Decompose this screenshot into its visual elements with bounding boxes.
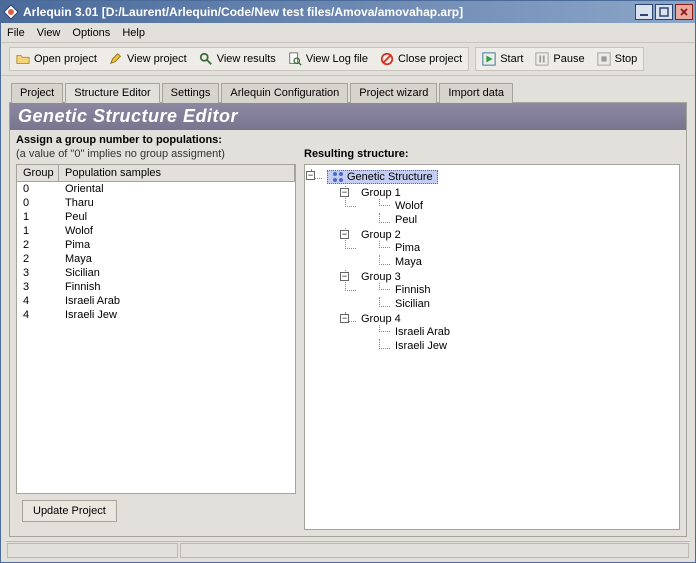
tab-structure-editor[interactable]: Structure Editor	[65, 83, 159, 103]
cell-population[interactable]: Oriental	[59, 182, 295, 196]
left-pane: Assign a group number to populations: (a…	[16, 134, 296, 530]
no-entry-icon	[380, 52, 394, 66]
toolbar: Open project View project View results V…	[1, 43, 695, 76]
statusbar	[6, 541, 690, 559]
tree-group[interactable]: Group 2	[361, 229, 401, 241]
tree-population[interactable]: Israeli Arab	[395, 326, 450, 338]
table-row[interactable]: 4Israeli Jew	[17, 308, 295, 322]
tree-population[interactable]: Peul	[395, 214, 417, 226]
col-group[interactable]: Group	[17, 165, 59, 181]
cell-group[interactable]: 3	[17, 266, 59, 280]
open-project-button[interactable]: Open project	[14, 51, 99, 67]
document-search-icon	[288, 52, 302, 66]
update-project-button[interactable]: Update Project	[22, 500, 117, 522]
cell-group[interactable]: 0	[17, 196, 59, 210]
result-label: Resulting structure:	[304, 148, 680, 160]
tab-arlequin-configuration[interactable]: Arlequin Configuration	[221, 83, 348, 103]
structure-icon	[332, 171, 344, 183]
pencil-icon	[109, 52, 123, 66]
assign-instruction: Assign a group number to populations:	[16, 134, 296, 146]
tab-project[interactable]: Project	[11, 83, 63, 103]
tree-population[interactable]: Wolof	[395, 200, 423, 212]
table-row[interactable]: 4Israeli Arab	[17, 294, 295, 308]
grid-header: Group Population samples	[17, 165, 295, 182]
tree-toggle[interactable]: −	[306, 171, 315, 180]
stop-button[interactable]: Stop	[595, 51, 640, 67]
cell-group[interactable]: 3	[17, 280, 59, 294]
start-button[interactable]: Start	[480, 51, 525, 67]
tree-population[interactable]: Pima	[395, 242, 420, 254]
cell-population[interactable]: Tharu	[59, 196, 295, 210]
play-icon	[482, 52, 496, 66]
right-pane: Resulting structure: −Genetic Structure−…	[304, 134, 680, 530]
col-population[interactable]: Population samples	[59, 165, 295, 181]
app-icon	[3, 4, 19, 20]
tree-toggle[interactable]: −	[340, 230, 349, 239]
cell-group[interactable]: 1	[17, 210, 59, 224]
cell-population[interactable]: Israeli Jew	[59, 308, 295, 322]
cell-population[interactable]: Israeli Arab	[59, 294, 295, 308]
menubar: File View Options Help	[1, 23, 695, 43]
cell-population[interactable]: Sicilian	[59, 266, 295, 280]
cell-group[interactable]: 4	[17, 294, 59, 308]
magnifier-icon	[199, 52, 213, 66]
editor-heading: Genetic Structure Editor	[10, 103, 686, 130]
table-row[interactable]: 0Oriental	[17, 182, 295, 196]
assign-subtext: (a value of "0" implies no group assigme…	[16, 148, 296, 160]
cell-group[interactable]: 0	[17, 182, 59, 196]
cell-group[interactable]: 1	[17, 224, 59, 238]
tab-import-data[interactable]: Import data	[439, 83, 513, 103]
table-row[interactable]: 3Finnish	[17, 280, 295, 294]
cell-group[interactable]: 2	[17, 252, 59, 266]
cell-population[interactable]: Peul	[59, 210, 295, 224]
tree-population[interactable]: Finnish	[395, 284, 430, 296]
menu-view[interactable]: View	[37, 27, 61, 39]
tree-toggle[interactable]: −	[340, 272, 349, 281]
tab-settings[interactable]: Settings	[162, 83, 220, 103]
cell-population[interactable]: Pima	[59, 238, 295, 252]
table-row[interactable]: 1Peul	[17, 210, 295, 224]
tree-population[interactable]: Sicilian	[395, 298, 430, 310]
pause-icon	[535, 52, 549, 66]
close-button[interactable]	[675, 4, 693, 20]
table-row[interactable]: 3Sicilian	[17, 266, 295, 280]
menu-options[interactable]: Options	[72, 27, 110, 39]
tabstrip: Project Structure Editor Settings Arlequ…	[1, 76, 695, 102]
tree-group[interactable]: Group 1	[361, 187, 401, 199]
view-project-button[interactable]: View project	[107, 51, 189, 67]
table-row[interactable]: 0Tharu	[17, 196, 295, 210]
table-row[interactable]: 2Pima	[17, 238, 295, 252]
view-results-button[interactable]: View results	[197, 51, 278, 67]
tree-population[interactable]: Maya	[395, 256, 422, 268]
tree-group[interactable]: Group 3	[361, 271, 401, 283]
cell-population[interactable]: Maya	[59, 252, 295, 266]
titlebar: Arlequin 3.01 [D:/Laurent/Arlequin/Code/…	[1, 1, 695, 23]
tree-population[interactable]: Israeli Jew	[395, 340, 447, 352]
tree-root[interactable]: Genetic Structure	[327, 170, 438, 184]
tree-group[interactable]: Group 4	[361, 313, 401, 325]
cell-population[interactable]: Finnish	[59, 280, 295, 294]
result-tree[interactable]: − Genetic Structure − Group 1Wolof Peul − Grou…	[304, 164, 680, 530]
menu-help[interactable]: Help	[122, 27, 145, 39]
table-row[interactable]: 1Wolof	[17, 224, 295, 238]
minimize-button[interactable]	[635, 4, 653, 20]
cell-group[interactable]: 4	[17, 308, 59, 322]
maximize-button[interactable]	[655, 4, 673, 20]
table-row[interactable]: 2Maya	[17, 252, 295, 266]
cell-group[interactable]: 2	[17, 238, 59, 252]
window-title: Arlequin 3.01 [D:/Laurent/Arlequin/Code/…	[23, 5, 635, 19]
tree-toggle[interactable]: −	[340, 314, 349, 323]
stop-icon	[597, 52, 611, 66]
folder-open-icon	[16, 52, 30, 66]
view-log-button[interactable]: View Log file	[286, 51, 370, 67]
menu-file[interactable]: File	[7, 27, 25, 39]
cell-population[interactable]: Wolof	[59, 224, 295, 238]
pause-button[interactable]: Pause	[533, 51, 586, 67]
population-grid[interactable]: Group Population samples 0Oriental0Tharu…	[16, 164, 296, 494]
tab-project-wizard[interactable]: Project wizard	[350, 83, 437, 103]
content-panel: Genetic Structure Editor Assign a group …	[9, 102, 687, 537]
tree-toggle[interactable]: −	[340, 188, 349, 197]
app-window: Arlequin 3.01 [D:/Laurent/Arlequin/Code/…	[0, 0, 696, 563]
close-project-button[interactable]: Close project	[378, 51, 464, 67]
